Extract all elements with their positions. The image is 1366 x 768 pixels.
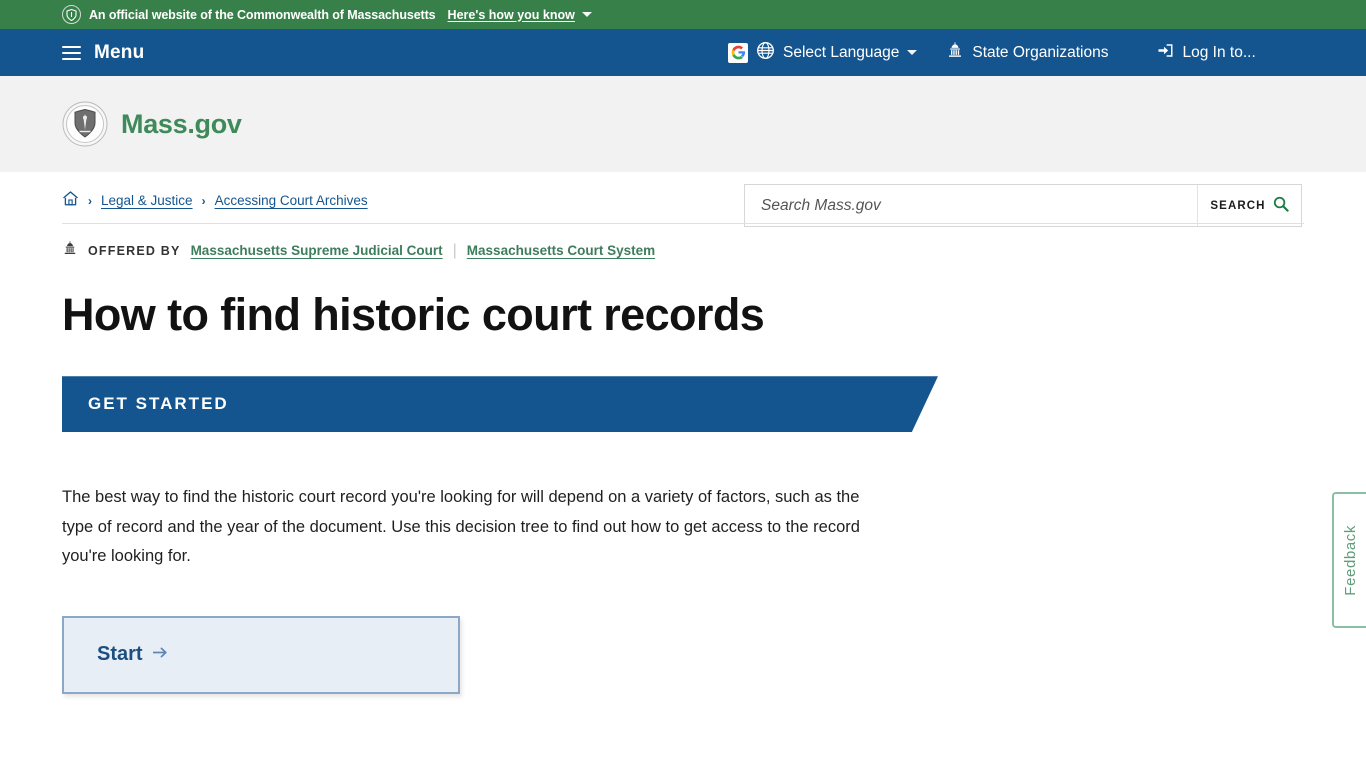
heres-how-you-know-label: Here's how you know (447, 7, 575, 22)
start-label: Start (97, 643, 143, 666)
ribbon-shape: GET STARTED (62, 376, 938, 433)
login-label: Log In to... (1182, 43, 1256, 61)
capitol-building-icon (946, 41, 964, 64)
shield-badge-icon (62, 5, 81, 24)
arrow-right-icon (152, 646, 168, 664)
massachusetts-seal-icon (62, 101, 108, 147)
breadcrumb-item-legal-justice[interactable]: Legal & Justice (101, 193, 193, 208)
google-g-icon (728, 42, 748, 63)
ribbon-label: GET STARTED (88, 394, 229, 414)
get-started-ribbon: GET STARTED (62, 376, 938, 433)
home-icon[interactable] (62, 190, 79, 212)
offered-by-org-court-system[interactable]: Massachusetts Court System (467, 243, 655, 258)
menu-button-label: Menu (94, 41, 145, 63)
chevron-down-icon (907, 50, 918, 55)
page-title: How to find historic court records (62, 289, 765, 340)
page-content: › Legal & Justice › Accessing Court Arch… (0, 172, 1366, 694)
intro-paragraph: The best way to find the historic court … (62, 488, 860, 566)
state-organizations-link[interactable]: State Organizations (946, 41, 1109, 64)
globe-icon (756, 41, 775, 65)
hamburger-icon (62, 45, 81, 60)
feedback-label: Feedback (1341, 524, 1359, 596)
start-button-card[interactable]: Start (62, 615, 460, 694)
capitol-building-icon (62, 240, 78, 261)
heres-how-you-know-link[interactable]: Here's how you know (448, 8, 592, 22)
official-banner-text: An official website of the Commonwealth … (89, 7, 436, 22)
brand-name: Mass.gov (121, 108, 242, 139)
utility-navigation-bar: Menu Select Language State Organizations… (0, 29, 1366, 76)
site-header: Mass.gov SEARCH (0, 76, 1366, 227)
feedback-tab[interactable]: Feedback (1332, 492, 1366, 628)
offered-by-separator: | (452, 241, 457, 259)
breadcrumb-chevron-icon: › (88, 193, 92, 208)
breadcrumb-chevron-icon: › (201, 193, 206, 208)
offered-by-section: OFFERED BY Massachusetts Supreme Judicia… (62, 224, 1304, 277)
select-language-control[interactable]: Select Language (728, 41, 918, 65)
sign-in-arrow-icon (1156, 41, 1175, 65)
official-government-banner: An official website of the Commonwealth … (0, 0, 1366, 29)
select-language-label: Select Language (783, 43, 900, 61)
login-link[interactable]: Log In to... (1156, 41, 1256, 65)
offered-by-org-supreme-judicial-court[interactable]: Massachusetts Supreme Judicial Court (191, 243, 443, 258)
utility-nav-right-group: Select Language State Organizations Log … (728, 29, 1256, 76)
chevron-down-icon (581, 12, 592, 17)
state-organizations-label: State Organizations (972, 43, 1109, 61)
offered-by-label: OFFERED BY (88, 243, 181, 258)
main-menu-button[interactable]: Menu (62, 42, 144, 64)
breadcrumb: › Legal & Justice › Accessing Court Arch… (62, 172, 1304, 223)
site-logo-link[interactable]: Mass.gov (62, 101, 242, 147)
breadcrumb-item-accessing-court-archives[interactable]: Accessing Court Archives (215, 193, 368, 208)
